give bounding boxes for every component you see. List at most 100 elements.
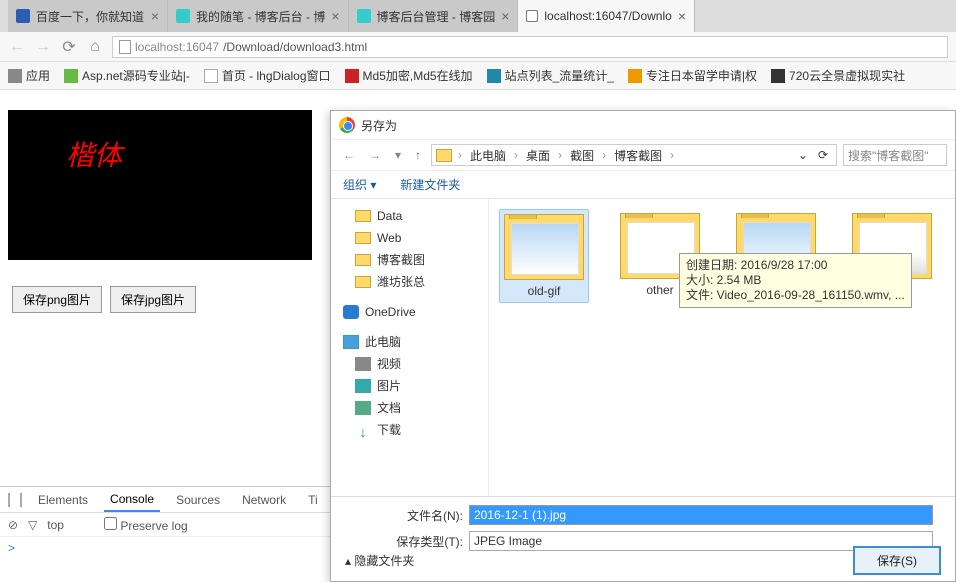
folder-tree-sidebar: Data Web 博客截图 潍坊张总 OneDrive 此电脑 视频 图片 文档…: [331, 199, 489, 496]
hide-folders-label: 隐藏文件夹: [354, 554, 414, 568]
bookmark-label: 720云全景虚拟现实社: [789, 67, 905, 84]
tab-close-icon[interactable]: ×: [331, 8, 339, 24]
console-prompt[interactable]: >: [0, 537, 330, 559]
dialog-body: Data Web 博客截图 潍坊张总 OneDrive 此电脑 视频 图片 文档…: [331, 199, 955, 496]
folder-pane[interactable]: old-gif other 测试 音乐 创建日期: 2016/9/28 17:0…: [489, 199, 955, 496]
folder-label: other: [646, 283, 673, 297]
tab-3-active[interactable]: localhost:16047/Downlo ×: [518, 0, 695, 32]
bookmark-0[interactable]: Asp.net源码专业站|-: [64, 67, 190, 84]
folder-icon: [436, 149, 452, 162]
apps-icon: [8, 69, 22, 83]
search-input[interactable]: 搜索"博客截图": [843, 144, 947, 166]
sidebar-item-downloads[interactable]: ↓下载: [331, 419, 488, 441]
bookmark-4[interactable]: 专注日本留学申请|权: [628, 67, 757, 84]
breadcrumb-item[interactable]: 此电脑: [466, 147, 510, 164]
filter-icon[interactable]: ▽: [28, 518, 37, 532]
tooltip-size: 大小: 2.54 MB: [686, 273, 905, 288]
hide-folders-toggle[interactable]: ▴ 隐藏文件夹: [345, 552, 414, 569]
bookmark-2[interactable]: Md5加密,Md5在线加: [345, 67, 473, 84]
breadcrumb-dropdown-icon[interactable]: ⌄: [794, 148, 812, 162]
apps-label: 应用: [26, 67, 50, 84]
new-folder-button[interactable]: 新建文件夹: [400, 176, 460, 193]
search-placeholder: 搜索"博客截图": [848, 147, 929, 164]
sidebar-item-videos[interactable]: 视频: [331, 353, 488, 375]
tab-0[interactable]: 百度一下，你就知道 ×: [8, 0, 168, 32]
tooltip-files: 文件: Video_2016-09-28_161150.wmv, ...: [686, 288, 905, 303]
chevron-right-icon: ›: [512, 148, 520, 162]
inspect-icon[interactable]: [8, 493, 10, 507]
folder-tooltip: 创建日期: 2016/9/28 17:00 大小: 2.54 MB 文件: Vi…: [679, 253, 912, 308]
save-buttons-row: 保存png图片 保存jpg图片: [12, 286, 196, 313]
save-button[interactable]: 保存(S): [853, 546, 941, 575]
nav-back-icon[interactable]: ←: [339, 146, 359, 164]
tab-3-title: localhost:16047/Downlo: [544, 9, 671, 23]
nav-back-icon[interactable]: ←: [8, 38, 26, 56]
devtools-tab-network[interactable]: Network: [236, 489, 292, 511]
sidebar-item-web[interactable]: Web: [331, 227, 488, 249]
nav-reload-icon[interactable]: ⟳: [60, 37, 78, 57]
sidebar-item-documents[interactable]: 文档: [331, 397, 488, 419]
chevron-right-icon: ›: [556, 148, 564, 162]
chevron-right-icon: ›: [456, 148, 464, 162]
bookmark-1[interactable]: 首页 - lhgDialog窗口: [204, 67, 331, 84]
tab-close-icon[interactable]: ×: [151, 8, 159, 24]
dialog-title: 另存为: [361, 117, 397, 134]
breadcrumb[interactable]: › 此电脑 › 桌面 › 截图 › 博客截图 › ⌄ ⟳: [431, 144, 837, 166]
onedrive-icon: [343, 305, 359, 319]
tab-2[interactable]: 博客后台管理 - 博客园 ×: [349, 0, 519, 32]
clear-console-icon[interactable]: ⊘: [8, 518, 18, 532]
bookmark-icon: [628, 69, 642, 83]
organize-button[interactable]: 组织 ▾: [343, 176, 376, 193]
dialog-nav-bar: ← → ▾ ↑ › 此电脑 › 桌面 › 截图 › 博客截图 › ⌄ ⟳ 搜索"…: [331, 139, 955, 171]
nav-forward-icon[interactable]: →: [34, 38, 52, 56]
bookmark-icon: [771, 69, 785, 83]
sidebar-item-data[interactable]: Data: [331, 205, 488, 227]
nav-home-icon[interactable]: ⌂: [86, 38, 104, 56]
folder-icon: [355, 210, 371, 222]
sidebar-label: 下载: [377, 421, 401, 439]
sidebar-item-thispc[interactable]: 此电脑: [331, 331, 488, 353]
refresh-icon[interactable]: ⟳: [814, 148, 832, 162]
bookmark-3[interactable]: 站点列表_流量统计_: [487, 67, 614, 84]
devtools-tab-more[interactable]: Ti: [302, 489, 324, 511]
devtools-tab-console[interactable]: Console: [104, 488, 160, 512]
nav-recent-dropdown-icon[interactable]: ▾: [391, 146, 405, 164]
breadcrumb-item[interactable]: 博客截图: [610, 147, 666, 164]
chevron-right-icon: ›: [668, 148, 676, 162]
folder-item-selected[interactable]: old-gif: [499, 209, 589, 303]
filename-input[interactable]: 2016-12-1 (1).jpg: [469, 505, 933, 525]
sidebar-label: 文档: [377, 399, 401, 417]
favicon-cnblogs: [176, 9, 190, 23]
context-selector[interactable]: top: [47, 518, 64, 532]
apps-button[interactable]: 应用: [8, 67, 50, 84]
folder-thumbnail: [504, 214, 584, 280]
sidebar-item-weifang[interactable]: 潍坊张总: [331, 271, 488, 293]
devtools-tab-sources[interactable]: Sources: [170, 489, 226, 511]
video-icon: [355, 357, 371, 371]
save-as-dialog: 另存为 ← → ▾ ↑ › 此电脑 › 桌面 › 截图 › 博客截图 › ⌄ ⟳…: [330, 110, 956, 582]
bookmark-5[interactable]: 720云全景虚拟现实社: [771, 67, 905, 84]
breadcrumb-item[interactable]: 桌面: [522, 147, 554, 164]
console-toolbar: ⊘ ▽ top Preserve log: [0, 513, 330, 537]
devtools-tab-elements[interactable]: Elements: [32, 489, 94, 511]
url-field[interactable]: localhost:16047/Download/download3.html: [112, 36, 948, 58]
sidebar-item-pictures[interactable]: 图片: [331, 375, 488, 397]
tab-1[interactable]: 我的随笔 - 博客后台 - 博 ×: [168, 0, 349, 32]
device-toggle-icon[interactable]: [20, 493, 22, 507]
tab-close-icon[interactable]: ×: [501, 8, 509, 24]
bookmark-label: Asp.net源码专业站|-: [82, 67, 190, 84]
preserve-log-label: Preserve log: [120, 519, 187, 533]
filename-label: 文件名(N):: [391, 507, 463, 524]
nav-forward-icon[interactable]: →: [365, 146, 385, 164]
computer-icon: [343, 335, 359, 349]
save-png-button[interactable]: 保存png图片: [12, 286, 102, 313]
bookmark-icon: [64, 69, 78, 83]
sidebar-item-screenshots[interactable]: 博客截图: [331, 249, 488, 271]
save-jpg-button[interactable]: 保存jpg图片: [110, 286, 196, 313]
sidebar-item-onedrive[interactable]: OneDrive: [331, 301, 488, 323]
breadcrumb-item[interactable]: 截图: [566, 147, 598, 164]
folder-label: old-gif: [528, 284, 561, 298]
nav-up-icon[interactable]: ↑: [411, 146, 425, 164]
tab-close-icon[interactable]: ×: [678, 8, 686, 24]
preserve-log-checkbox[interactable]: Preserve log: [104, 517, 188, 533]
